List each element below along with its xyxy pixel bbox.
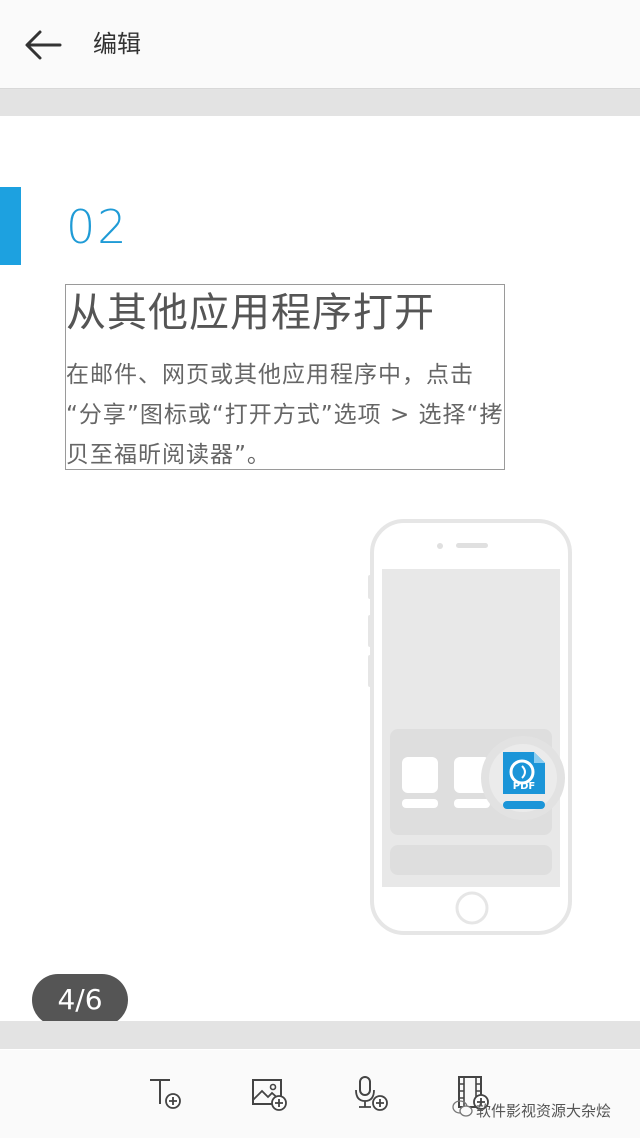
phone-speaker: [456, 543, 488, 548]
wechat-icon: [452, 1100, 473, 1117]
phone-camera: [437, 543, 443, 549]
slide-heading: 从其他应用程序打开: [66, 290, 435, 336]
selected-text-box[interactable]: 从其他应用程序打开 在邮件、网页或其他应用程序中，点击 “分享”图标或“打开方式…: [65, 284, 505, 470]
pdf-label: PDF: [512, 781, 536, 792]
body-line: “分享”图标或“打开方式”选项 > 选择“拷: [66, 402, 504, 428]
phone-side-button: [368, 575, 373, 599]
phone-side-button: [368, 655, 373, 687]
share-app-icon: [402, 757, 438, 793]
top-divider-band: [0, 89, 640, 116]
phone-illustration: [368, 519, 572, 935]
body-line: 在邮件、网页或其他应用程序中，点击: [66, 362, 474, 388]
share-app-label: [402, 799, 438, 808]
share-app-label: [454, 799, 490, 808]
insert-text-icon[interactable]: [146, 1074, 186, 1114]
slide-body: 在邮件、网页或其他应用程序中，点击 “分享”图标或“打开方式”选项 > 选择“拷…: [66, 355, 506, 475]
insert-audio-icon[interactable]: [352, 1074, 392, 1114]
bottom-divider-band: [0, 1021, 640, 1049]
home-button: [455, 891, 489, 925]
bottom-toolbar: [0, 1050, 640, 1138]
watermark-text: 软件影视资源大杂烩: [476, 1102, 612, 1120]
page-title: 编辑: [93, 30, 141, 58]
share-cancel-bar: [390, 845, 552, 875]
accent-bar: [0, 187, 21, 265]
phone-side-button: [368, 615, 373, 647]
page-indicator: 4/6: [32, 974, 128, 1026]
top-app-bar: 编辑: [0, 0, 640, 89]
insert-image-icon[interactable]: [250, 1074, 290, 1114]
arrow-left-icon[interactable]: [22, 24, 64, 66]
step-number: 02: [66, 200, 129, 254]
body-line: 贝至福昕阅读器”。: [66, 442, 271, 468]
phone-screen: [382, 569, 560, 887]
